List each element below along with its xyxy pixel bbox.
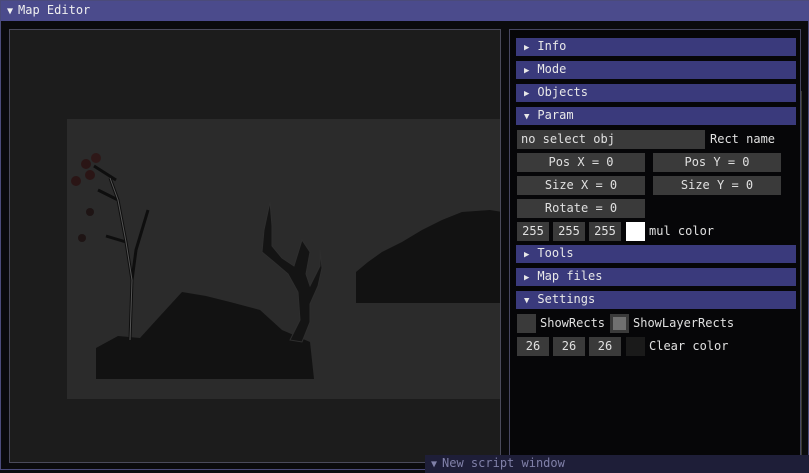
clear-color-swatch[interactable]	[626, 337, 645, 356]
section-label: Map files	[537, 269, 603, 283]
mul-color-g-field[interactable]: 255	[553, 222, 585, 241]
collapsed-triangle-icon: ▶	[524, 89, 530, 99]
map-canvas[interactable]	[9, 29, 501, 463]
section-header-mode[interactable]: ▶ Mode	[516, 61, 796, 79]
collapsed-triangle-icon: ▶	[524, 250, 530, 260]
berry-sprite	[81, 159, 91, 169]
section-label: Tools	[537, 246, 574, 260]
clear-color-label: Clear color	[649, 339, 729, 353]
section-label: Mode	[537, 62, 567, 76]
mul-color-b-field[interactable]: 255	[589, 222, 621, 241]
background-window-title: New script window	[442, 456, 565, 470]
section-label: Settings	[537, 292, 596, 306]
pos-x-drag-field[interactable]: Pos X = 0	[517, 153, 645, 172]
clear-color-g-field[interactable]: 26	[553, 337, 585, 356]
section-header-map-files[interactable]: ▶ Map files	[516, 268, 796, 286]
show-layer-rects-label: ShowLayerRects	[633, 316, 735, 330]
section-header-param[interactable]: ▼ Param	[516, 107, 796, 125]
section-label: Info	[537, 39, 567, 53]
selected-object-field[interactable]: no select obj	[517, 130, 705, 149]
pos-y-drag-field[interactable]: Pos Y = 0	[653, 153, 781, 172]
berry-sprite	[78, 234, 86, 242]
expanded-triangle-icon: ▼	[524, 296, 530, 306]
branch-sprite	[93, 164, 150, 341]
show-layer-rects-checkbox[interactable]	[610, 314, 629, 333]
collapsed-triangle-icon: ▶	[524, 43, 530, 53]
size-y-drag-field[interactable]: Size Y = 0	[653, 176, 781, 195]
section-label: Param	[537, 108, 574, 122]
expanded-triangle-icon: ▼	[524, 112, 530, 122]
window-title-bar[interactable]: ▼ Map Editor	[1, 1, 809, 21]
clear-color-b-field[interactable]: 26	[589, 337, 621, 356]
map-sprites[interactable]	[10, 30, 501, 463]
rotate-drag-field[interactable]: Rotate = 0	[517, 199, 645, 218]
collapse-triangle-icon: ▼	[431, 459, 438, 470]
side-panel: ▶ Info ▶ Mode ▶ Objects ▼ Param no select ob…	[509, 29, 801, 463]
collapsed-triangle-icon: ▶	[524, 66, 530, 76]
rect-name-label: Rect name	[710, 132, 776, 146]
berry-sprite	[71, 176, 81, 186]
berry-sprite	[85, 170, 95, 180]
section-header-info[interactable]: ▶ Info	[516, 38, 796, 56]
collapsed-triangle-icon: ▶	[524, 273, 530, 283]
section-header-objects[interactable]: ▶ Objects	[516, 84, 796, 102]
background-divider	[801, 91, 802, 461]
show-rects-checkbox[interactable]	[517, 314, 536, 333]
berry-sprite	[86, 208, 94, 216]
berry-sprite	[91, 153, 101, 163]
section-header-tools[interactable]: ▶ Tools	[516, 245, 796, 263]
section-header-settings[interactable]: ▼ Settings	[516, 291, 796, 309]
rock-sprite-right	[356, 210, 500, 303]
mul-color-swatch[interactable]	[626, 222, 645, 241]
collapse-triangle-icon[interactable]: ▼	[7, 6, 13, 17]
background-window-titlebar[interactable]: ▼ New script window	[425, 455, 809, 473]
show-rects-label: ShowRects	[540, 316, 606, 330]
mul-color-label: mul color	[649, 224, 715, 238]
size-x-drag-field[interactable]: Size X = 0	[517, 176, 645, 195]
map-editor-window: ▼ Map Editor ▶ Info ▶ Mode ▶ Objects ▼ Para	[0, 0, 809, 470]
window-title-label: Map Editor	[18, 3, 91, 17]
mul-color-r-field[interactable]: 255	[517, 222, 549, 241]
clear-color-r-field[interactable]: 26	[517, 337, 549, 356]
window-title: ▼ Map Editor	[7, 3, 90, 17]
section-label: Objects	[537, 85, 588, 99]
